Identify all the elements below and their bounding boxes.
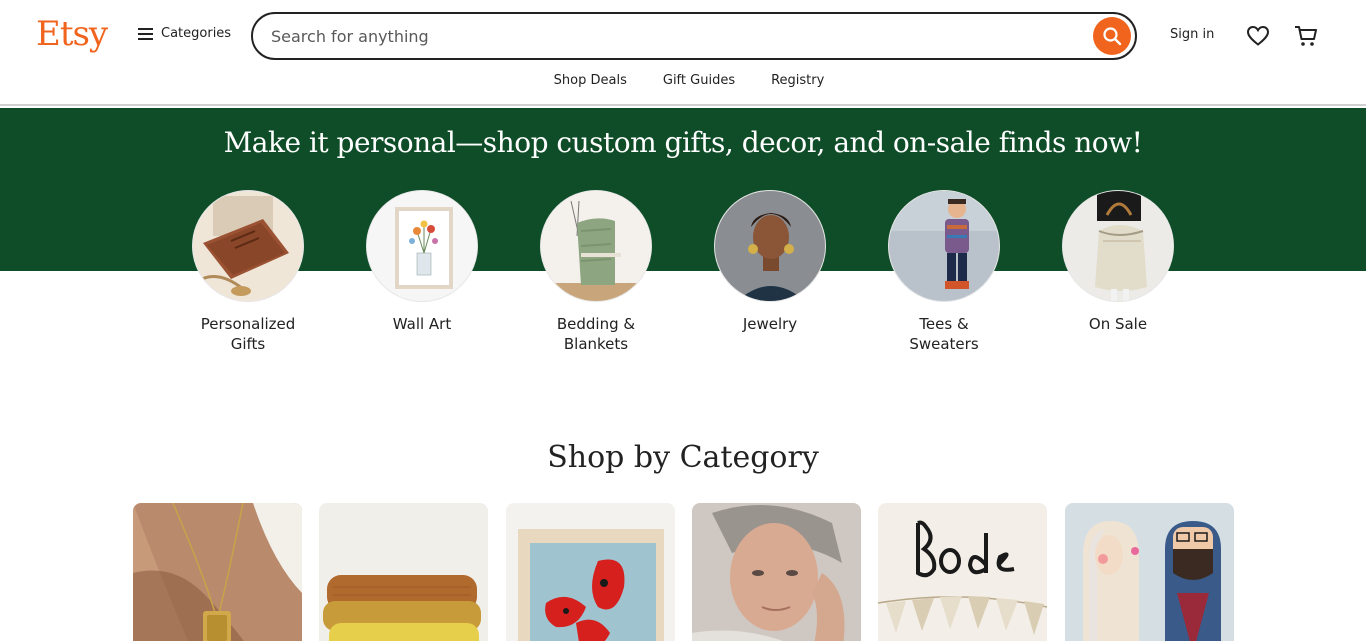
- category-card[interactable]: [692, 503, 861, 641]
- search-button[interactable]: [1093, 17, 1131, 55]
- category-image: [714, 190, 826, 302]
- categories-button[interactable]: Categories: [138, 26, 231, 41]
- name-sign-image: [878, 503, 1047, 641]
- category-label-line1: Jewelry: [742, 315, 798, 333]
- category-card[interactable]: [319, 503, 488, 641]
- heart-icon[interactable]: [1246, 24, 1270, 48]
- category-label-line2: Gifts: [230, 335, 266, 353]
- menu-icon: [138, 27, 153, 40]
- nav-registry[interactable]: Registry: [771, 73, 824, 88]
- category-on-sale[interactable]: On Sale: [1048, 190, 1188, 334]
- category-personalized-gifts[interactable]: Personalized Gifts: [178, 190, 318, 354]
- search-icon: [1103, 27, 1122, 46]
- category-image: [366, 190, 478, 302]
- category-card[interactable]: [506, 503, 675, 641]
- portrait-image: [692, 503, 861, 641]
- category-wall-art[interactable]: Wall Art: [352, 190, 492, 334]
- category-card[interactable]: [878, 503, 1047, 641]
- necklace-image: [133, 503, 302, 641]
- category-image: [540, 190, 652, 302]
- shop-by-category-title: Shop by Category: [547, 440, 819, 475]
- category-card[interactable]: [133, 503, 302, 641]
- category-label-line2: Blankets: [563, 335, 629, 353]
- category-label-line1: Tees &: [919, 315, 969, 333]
- poppy-print-image: [506, 503, 675, 641]
- cart-icon[interactable]: [1293, 23, 1319, 49]
- category-label-line1: On Sale: [1088, 315, 1148, 333]
- category-jewelry[interactable]: Jewelry: [700, 190, 840, 334]
- search-bar: [251, 12, 1137, 60]
- knit-sweaters-image: [319, 503, 488, 641]
- category-card[interactable]: [1065, 503, 1234, 641]
- category-label-line1: Wall Art: [392, 315, 452, 333]
- nav-shop-deals[interactable]: Shop Deals: [554, 73, 627, 88]
- secondary-nav: Shop Deals Gift Guides Registry: [0, 73, 1366, 88]
- category-label-line2: Sweaters: [909, 335, 979, 353]
- category-image: [192, 190, 304, 302]
- category-label-line1: Personalized: [200, 315, 296, 333]
- category-label-line1: Bedding &: [556, 315, 636, 333]
- banner-headline: Make it personal—shop custom gifts, deco…: [223, 126, 1143, 159]
- nav-gift-guides[interactable]: Gift Guides: [663, 73, 735, 88]
- category-bedding-blankets[interactable]: Bedding & Blankets: [526, 190, 666, 354]
- category-image: [1062, 190, 1174, 302]
- category-tees-sweaters[interactable]: Tees & Sweaters: [874, 190, 1014, 354]
- search-input[interactable]: [271, 24, 1071, 48]
- site-header: Etsy Categories Sign in Shop Deals Gift …: [0, 0, 1366, 106]
- categories-label: Categories: [161, 26, 232, 41]
- etsy-logo[interactable]: Etsy: [36, 14, 108, 54]
- category-image: [888, 190, 1000, 302]
- sign-in-link[interactable]: Sign in: [1170, 27, 1214, 42]
- wooden-figures-image: [1065, 503, 1234, 641]
